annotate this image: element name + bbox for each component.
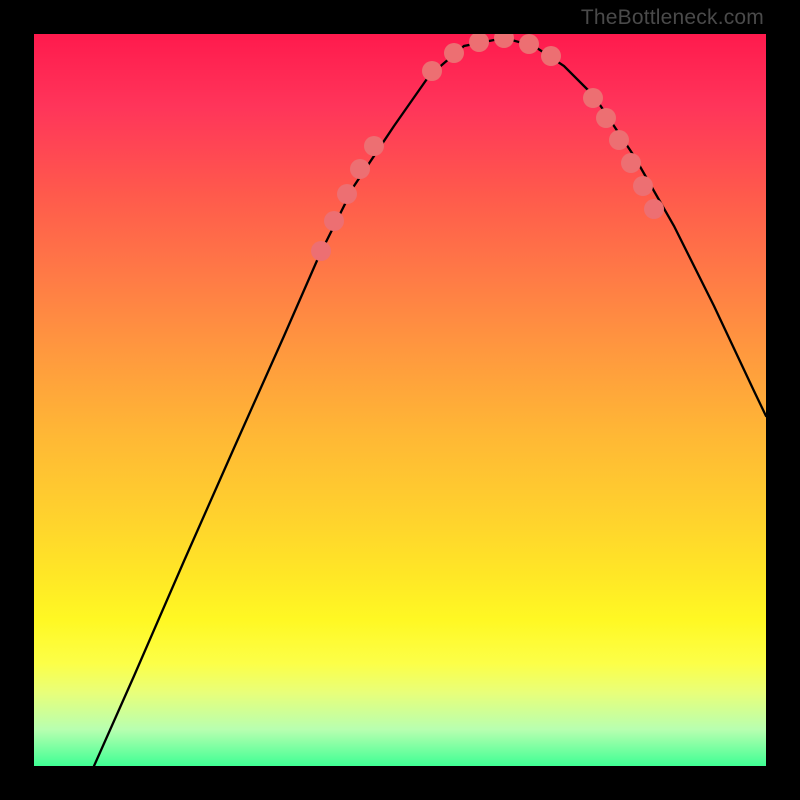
data-marker (621, 153, 641, 173)
data-marker (422, 61, 442, 81)
data-marker (633, 176, 653, 196)
data-marker (609, 130, 629, 150)
data-marker (596, 108, 616, 128)
data-marker (364, 136, 384, 156)
watermark-text: TheBottleneck.com (581, 6, 764, 30)
chart-frame: TheBottleneck.com (0, 0, 800, 800)
bottleneck-curve-svg (34, 34, 766, 766)
data-marker (311, 241, 331, 261)
bottleneck-curve (94, 38, 766, 766)
data-marker (350, 159, 370, 179)
data-marker (469, 34, 489, 52)
data-marker (337, 184, 357, 204)
data-marker (541, 46, 561, 66)
data-marker (519, 34, 539, 54)
data-marker (494, 34, 514, 48)
data-marker (583, 88, 603, 108)
data-marker (444, 43, 464, 63)
data-marker (324, 211, 344, 231)
data-markers (311, 34, 664, 261)
data-marker (644, 199, 664, 219)
plot-area (34, 34, 766, 766)
